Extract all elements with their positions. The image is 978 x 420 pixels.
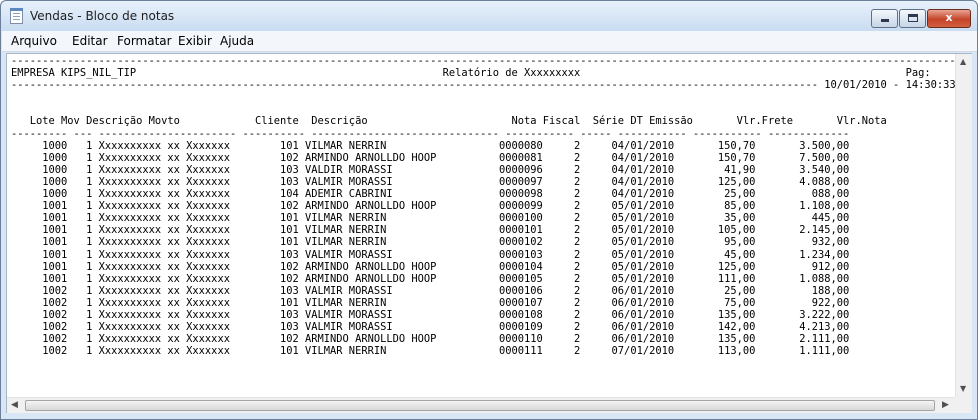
report-line: 1001 1 Xxxxxxxxxx xx Xxxxxxx 102 ARMINDO…: [11, 200, 850, 213]
scroll-left-icon[interactable]: ◀: [11, 400, 18, 410]
horizontal-scroll-thumb[interactable]: [25, 400, 935, 411]
scroll-right-icon[interactable]: ▶: [942, 400, 949, 410]
menu-editar[interactable]: Editar: [72, 34, 108, 48]
maximize-icon: [907, 14, 918, 22]
close-button[interactable]: x: [927, 9, 971, 28]
text-editor[interactable]: ----------------------------------------…: [6, 53, 972, 413]
minimize-icon: [880, 19, 889, 22]
report-line: 1000 1 Xxxxxxxxxx xx Xxxxxxx 103 VALDIR …: [11, 163, 850, 176]
report-line: 1002 1 Xxxxxxxxxx xx Xxxxxxx 101 VILMAR …: [11, 296, 850, 309]
scroll-up-icon[interactable]: ▲: [960, 57, 966, 66]
vertical-scrollbar[interactable]: ▲ ▼: [955, 54, 972, 397]
report-line: [11, 103, 955, 115]
maximize-button[interactable]: [899, 9, 926, 28]
report-line: 1002 1 Xxxxxxxxxx xx Xxxxxxx 103 VALMIR …: [11, 284, 850, 297]
report-line: 1002 1 Xxxxxxxxxx xx Xxxxxxx 103 VALMIR …: [11, 308, 850, 321]
report-line: 1001 1 Xxxxxxxxxx xx Xxxxxxx 103 VALMIR …: [11, 248, 850, 261]
horizontal-scrollbar[interactable]: ◀ ▶: [7, 397, 955, 413]
window-title: Vendas - Bloco de notas: [30, 9, 175, 23]
report-line: 1001 1 Xxxxxxxxxx xx Xxxxxxx 102 ARMINDO…: [11, 260, 850, 273]
report-line: 1001 1 Xxxxxxxxxx xx Xxxxxxx 101 VILMAR …: [11, 236, 850, 249]
notepad-window: Vendas - Bloco de notas x Arquivo Editar…: [0, 0, 978, 420]
report-line: 1002 1 Xxxxxxxxxx xx Xxxxxxx 101 VILMAR …: [11, 345, 850, 358]
report-text: ----------------------------------------…: [11, 55, 955, 357]
report-line: 1000 1 Xxxxxxxxxx xx Xxxxxxx 103 VALMIR …: [11, 175, 850, 188]
report-line: ----------------------------------------…: [11, 55, 955, 67]
report-line: 1000 1 Xxxxxxxxxx xx Xxxxxxx 104 ADEMIR …: [11, 188, 850, 201]
report-line: [11, 91, 955, 103]
report-line: 1000 1 Xxxxxxxxxx xx Xxxxxxx 102 ARMINDO…: [11, 151, 850, 164]
report-line: 1001 1 Xxxxxxxxxx xx Xxxxxxx 102 ARMINDO…: [11, 272, 850, 285]
menu-ajuda[interactable]: Ajuda: [220, 34, 254, 48]
report-line: 1002 1 Xxxxxxxxxx xx Xxxxxxx 102 ARMINDO…: [11, 333, 850, 346]
report-line: 1000 1 Xxxxxxxxxx xx Xxxxxxx 101 VILMAR …: [11, 139, 850, 152]
report-line: EMPRESA KIPS_NIL_TIP Relatório de Xxxxxx…: [11, 67, 955, 80]
minimize-button[interactable]: [871, 9, 898, 28]
report-line: 1001 1 Xxxxxxxxxx xx Xxxxxxx 101 VILMAR …: [11, 224, 850, 237]
menu-arquivo[interactable]: Arquivo: [11, 34, 57, 48]
report-line: ----------------------------------------…: [11, 79, 955, 92]
report-line: 1001 1 Xxxxxxxxxx xx Xxxxxxx 101 VILMAR …: [11, 212, 850, 225]
menu-formatar[interactable]: Formatar: [117, 34, 172, 48]
notepad-icon: [10, 8, 23, 24]
close-icon: x: [945, 11, 953, 24]
document-text-area[interactable]: ----------------------------------------…: [7, 54, 955, 397]
scrollbar-corner: [955, 397, 972, 413]
title-bar[interactable]: Vendas - Bloco de notas x: [1, 1, 977, 31]
report-line: 1002 1 Xxxxxxxxxx xx Xxxxxxx 103 VALMIR …: [11, 321, 850, 334]
menu-bar: Arquivo Editar Formatar Exibir Ajuda: [2, 31, 977, 52]
menu-exibir[interactable]: Exibir: [178, 34, 212, 48]
report-line: --------- --- ---------------------- ---…: [11, 127, 850, 140]
report-line: Lote Mov Descrição Movto Cliente Descriç…: [11, 115, 887, 128]
scroll-down-icon[interactable]: ▼: [960, 384, 966, 393]
